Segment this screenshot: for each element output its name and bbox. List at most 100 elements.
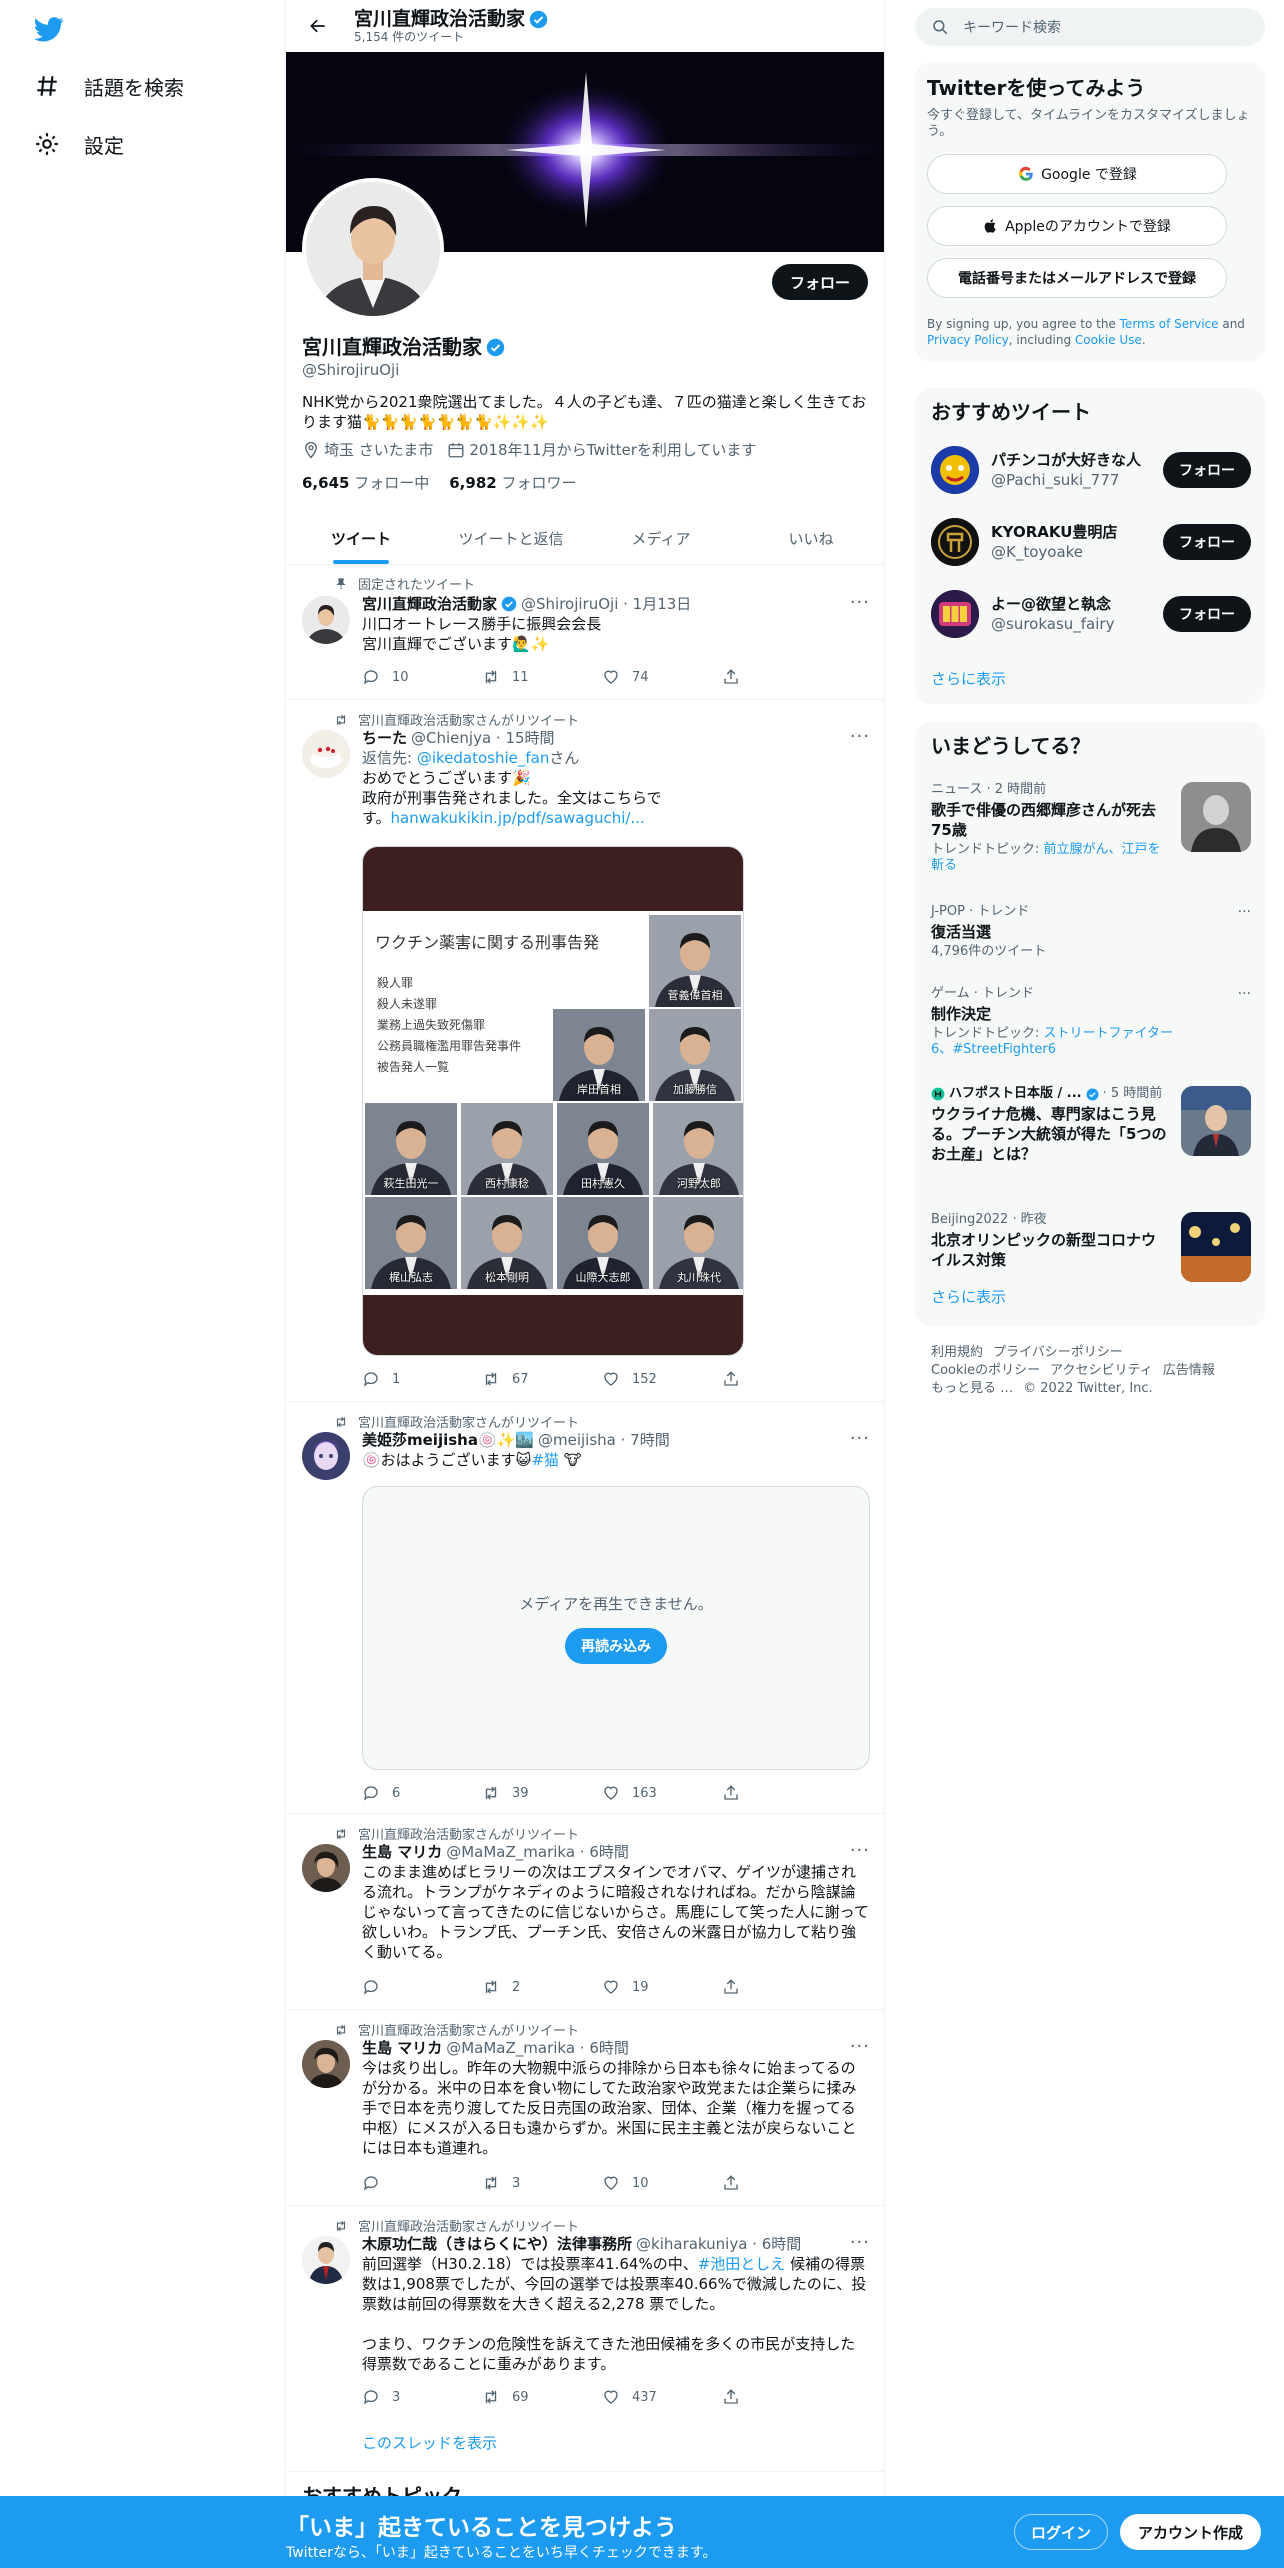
like-button[interactable]: 437 [602, 2388, 672, 2406]
tweet-avatar[interactable] [302, 2040, 350, 2088]
trend-item[interactable]: ニュース · 2 時間前 歌手で俳優の西郷輝彦さんが死去 75歳 トレンドトピッ… [931, 782, 1251, 873]
footer-link-more[interactable]: もっと見る … [931, 1381, 1013, 1396]
tweet-retweeted[interactable]: 宮川直輝政治活動家さんがリツイート 美姫莎meijisha🍥✨🏙️ @meiji… [286, 1402, 884, 1814]
recommended-show-more-link[interactable]: さらに表示 [931, 668, 1006, 689]
twitter-logo-icon[interactable] [34, 14, 64, 44]
recommended-account[interactable]: よー@欲望と執念 @surokasu_fairy フォロー [931, 584, 1251, 644]
tweet-media-image[interactable]: ワクチン薬害に関する刑事告発 殺人罪 殺人未遂罪 業務上過失致死傷罪 公務員職権… [362, 846, 744, 1356]
tweet-author-name[interactable]: 宮川直輝政治活動家 [362, 594, 497, 614]
footer-link-privacy[interactable]: プライバシーポリシー [993, 1345, 1123, 1360]
tweet-more-button[interactable]: ··· [850, 1428, 870, 1449]
retweet-button[interactable]: 3 [482, 2174, 552, 2192]
tab-likes[interactable]: いいね [736, 512, 884, 564]
tweet-more-button[interactable]: ··· [850, 726, 870, 747]
reply-button[interactable]: 6 [362, 1784, 432, 1802]
reply-button[interactable] [362, 1978, 432, 1996]
tab-media[interactable]: メディア [586, 512, 736, 564]
tweet-avatar[interactable] [302, 2236, 350, 2284]
retweet-button[interactable]: 67 [482, 1370, 552, 1388]
footer-link-cookie[interactable]: Cookieのポリシー [931, 1363, 1040, 1378]
tab-tweets-replies[interactable]: ツイートと返信 [436, 512, 586, 564]
footer-link-ads[interactable]: 広告情報 [1163, 1363, 1215, 1378]
share-button[interactable] [722, 2388, 792, 2406]
cookie-link[interactable]: Cookie Use [1075, 333, 1142, 347]
retweet-button[interactable]: 39 [482, 1784, 552, 1802]
like-button[interactable]: 19 [602, 1978, 672, 1996]
reload-button[interactable]: 再読み込み [565, 1627, 667, 1664]
like-button[interactable]: 10 [602, 2174, 672, 2192]
back-button[interactable] [298, 6, 338, 46]
search-input[interactable]: キーワード検索 [963, 17, 1061, 37]
share-button[interactable] [722, 2174, 792, 2192]
tweet-hashtag[interactable]: #池田としえ [698, 2255, 786, 2273]
trend-item[interactable]: Beijing2022 · 昨夜 北京オリンピックの新型コロナウイルス対策 [931, 1212, 1251, 1282]
tweet-author-name[interactable]: 美姫莎meijisha🍥✨🏙️ [362, 1430, 534, 1450]
tweet-retweeted[interactable]: 宮川直輝政治活動家さんがリツイート ちーた @Chienjya · 15時間 返… [286, 700, 884, 1402]
share-button[interactable] [722, 1784, 792, 1802]
reply-button[interactable] [362, 2174, 432, 2192]
tweet-retweeted[interactable]: 宮川直輝政治活動家さんがリツイート 生島 マリカ @MaMaZ_marika ·… [286, 1814, 884, 2010]
like-button[interactable]: 163 [602, 1784, 672, 1802]
tweet-hashtag[interactable]: #猫 [531, 1451, 559, 1469]
google-signup-button[interactable]: Google で登録 [927, 154, 1227, 194]
search-bar[interactable]: キーワード検索 [915, 8, 1265, 46]
following-link[interactable]: 6,645 フォロー中 [302, 472, 429, 493]
recommended-follow-button[interactable]: フォロー [1163, 596, 1251, 632]
create-account-button[interactable]: アカウント作成 [1120, 2514, 1262, 2550]
like-button[interactable]: 74 [602, 668, 672, 686]
trend-item[interactable]: J-POP · トレンド 復活当選 4,796件のツイート ··· [931, 904, 1251, 966]
retweet-button[interactable]: 2 [482, 1978, 552, 1996]
tweet-more-button[interactable]: ··· [850, 2036, 870, 2057]
tweet-author-name[interactable]: 木原功仁哉（きはらくにや）法律事務所 [362, 2234, 632, 2254]
recommended-account[interactable]: パチンコが大好きな人 @Pachi_suki_777 フォロー [931, 440, 1251, 500]
reply-button[interactable]: 10 [362, 668, 432, 686]
trends-show-more-link[interactable]: さらに表示 [931, 1286, 1006, 1307]
share-button[interactable] [722, 1370, 792, 1388]
tweet-avatar[interactable] [302, 1432, 350, 1480]
tweet-more-button[interactable]: ··· [850, 2232, 870, 2253]
tweet-avatar[interactable] [302, 1844, 350, 1892]
tweet-link[interactable]: hanwakukikin.jp/pdf/sawaguchi/... [391, 809, 645, 827]
nav-explore[interactable]: 話題を検索 [34, 66, 184, 106]
footer-link-terms[interactable]: 利用規約 [931, 1345, 983, 1360]
login-button[interactable]: ログイン [1014, 2514, 1109, 2550]
share-button[interactable] [722, 668, 792, 686]
tweet-more-button[interactable]: ··· [850, 1840, 870, 1861]
retweet-button[interactable]: 11 [482, 668, 552, 686]
tweet-avatar[interactable] [302, 730, 350, 778]
tweet-retweeted[interactable]: 宮川直輝政治活動家さんがリツイート 生島 マリカ @MaMaZ_marika ·… [286, 2010, 884, 2206]
tweet-author-name[interactable]: 生島 マリカ [362, 1842, 442, 1862]
trend-item[interactable]: ゲーム · トレンド 制作決定 トレンドトピック: ストリートファイター6、#S… [931, 986, 1251, 1057]
tab-tweets[interactable]: ツイート [286, 512, 436, 564]
profile-avatar[interactable] [302, 178, 444, 320]
apple-icon [984, 219, 996, 233]
privacy-link[interactable]: Privacy Policy [927, 333, 1009, 347]
recommended-follow-button[interactable]: フォロー [1163, 452, 1251, 488]
tweet-pinned[interactable]: 固定されたツイート 宮川直輝政治活動家 @ShirojiruOji · 1月13… [286, 566, 884, 700]
footer-link-accessibility[interactable]: アクセシビリティ [1050, 1363, 1153, 1378]
trend-more-button[interactable]: ··· [1238, 904, 1251, 920]
like-button[interactable]: 152 [602, 1370, 672, 1388]
terms-link[interactable]: Terms of Service [1120, 317, 1219, 331]
followers-link[interactable]: 6,982 フォロワー [449, 472, 576, 493]
recommended-account[interactable]: KYORAKU豊明店 @K_toyoake フォロー [931, 512, 1251, 572]
retweet-button[interactable]: 69 [482, 2388, 552, 2406]
phone-email-signup-button[interactable]: 電話番号またはメールアドレスで登録 [927, 258, 1227, 298]
tweet-avatar[interactable] [302, 596, 350, 644]
trend-item[interactable]: ハフポスト日本版 / ... · 5 時間前 ウクライナ危機、専門家はこう見る。… [931, 1086, 1251, 1166]
share-button[interactable] [722, 1978, 792, 1996]
trend-more-button[interactable]: ··· [1238, 986, 1251, 1002]
recommended-follow-button[interactable]: フォロー [1163, 524, 1251, 560]
tweet-more-button[interactable]: ··· [850, 592, 870, 613]
reply-to-handle[interactable]: @ikedatoshie_fan [417, 749, 550, 767]
apple-signup-button[interactable]: Appleのアカウントで登録 [927, 206, 1227, 246]
trends-title: いまどうしてる？ [931, 734, 1091, 758]
tweet-author-name[interactable]: 生島 マリカ [362, 2038, 442, 2058]
nav-settings[interactable]: 設定 [34, 124, 124, 164]
follow-button[interactable]: フォロー [771, 264, 868, 300]
tweet-retweeted[interactable]: 宮川直輝政治活動家さんがリツイート 木原功仁哉（きはらくにや）法律事務所 @ki… [286, 2206, 884, 2472]
show-thread-link[interactable]: このスレッドを表示 [362, 2432, 497, 2453]
tweet-author-name[interactable]: ちーた [362, 728, 407, 748]
reply-button[interactable]: 1 [362, 1370, 432, 1388]
reply-button[interactable]: 3 [362, 2388, 432, 2406]
